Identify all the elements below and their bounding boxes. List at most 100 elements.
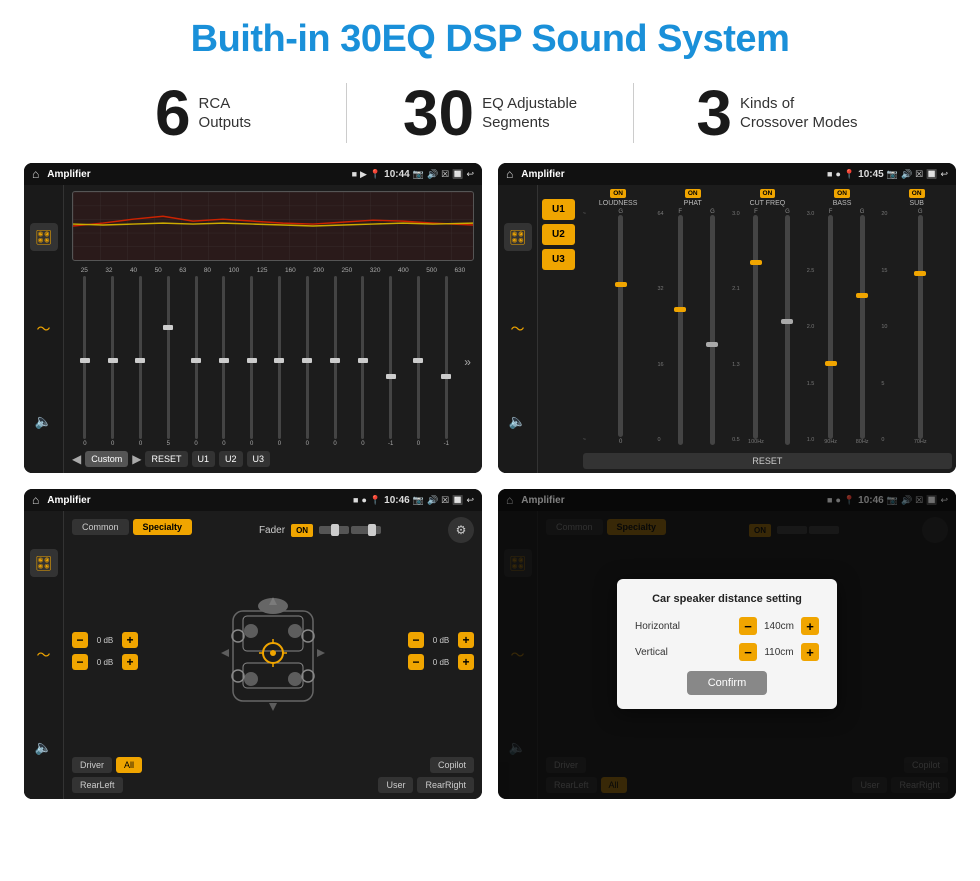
eq-prev-btn[interactable]: ◀ bbox=[72, 452, 81, 466]
eq-slider-7[interactable]: 0 bbox=[239, 276, 265, 447]
crossover-screen: ⌂ Amplifier ■ ● 📍 10:45 📷 🔊 ☒ 🔲 ↩ 🎛 〜 🔈 bbox=[498, 163, 956, 473]
eq-speaker-icon[interactable]: 🔈 bbox=[30, 407, 58, 435]
eq-slider-1[interactable]: 0 bbox=[72, 276, 98, 447]
signal-icon: ☒ bbox=[441, 169, 449, 180]
eq-slider-9[interactable]: 0 bbox=[294, 276, 320, 447]
eq-slider-10[interactable]: 0 bbox=[322, 276, 348, 447]
bass-toggle[interactable]: ON bbox=[834, 189, 850, 198]
confirm-button[interactable]: Confirm bbox=[687, 671, 767, 695]
crossover-reset-btn[interactable]: RESET bbox=[583, 453, 952, 469]
stat-eq: 30 EQ AdjustableSegments bbox=[347, 81, 633, 145]
vertical-minus[interactable]: − bbox=[739, 643, 757, 661]
eq-slider-8[interactable]: 0 bbox=[267, 276, 293, 447]
cutfreq-toggle[interactable]: ON bbox=[760, 189, 776, 198]
stat-eq-label: EQ AdjustableSegments bbox=[482, 94, 577, 133]
eq-wave-icon[interactable]: 〜 bbox=[30, 315, 58, 343]
specialty-tab[interactable]: Specialty bbox=[133, 519, 193, 535]
freq-630: 630 bbox=[454, 267, 465, 274]
crossover-screen-title: Amplifier bbox=[521, 169, 823, 180]
eq-slider-13[interactable]: 0 bbox=[406, 276, 432, 447]
horizontal-plus[interactable]: + bbox=[801, 617, 819, 635]
eq-slider-14[interactable]: -1 bbox=[433, 276, 459, 447]
fader-wave-icon[interactable]: 〜 bbox=[30, 641, 58, 669]
user-btn[interactable]: User bbox=[378, 777, 413, 793]
eq-u3-btn[interactable]: U3 bbox=[247, 451, 271, 467]
crossover-time: 10:45 bbox=[858, 169, 884, 180]
horizontal-minus[interactable]: − bbox=[739, 617, 757, 635]
eq-tune-icon[interactable]: 🎛 bbox=[30, 223, 58, 251]
crossover-tune-icon[interactable]: 🎛 bbox=[504, 223, 532, 251]
eq-slider-3[interactable]: 0 bbox=[128, 276, 154, 447]
eq-body: 🎛 〜 🔈 bbox=[24, 185, 482, 473]
eq-slider-12[interactable]: -1 bbox=[378, 276, 404, 447]
driver-btn[interactable]: Driver bbox=[72, 757, 112, 773]
vol-row-3: − 0 dB + bbox=[408, 632, 474, 648]
crossover-wave-icon[interactable]: 〜 bbox=[504, 315, 532, 343]
freq-160: 160 bbox=[285, 267, 296, 274]
copilot-btn[interactable]: Copilot bbox=[430, 757, 474, 773]
eq-slider-4[interactable]: 5 bbox=[155, 276, 181, 447]
freq-320: 320 bbox=[370, 267, 381, 274]
play-icon: ▶ bbox=[360, 169, 367, 180]
fader-label: Fader bbox=[259, 525, 285, 536]
freq-80: 80 bbox=[204, 267, 211, 274]
all-btn[interactable]: All bbox=[116, 757, 142, 773]
eq-u1-btn[interactable]: U1 bbox=[192, 451, 216, 467]
vol2-minus[interactable]: − bbox=[72, 654, 88, 670]
freq-50: 50 bbox=[155, 267, 162, 274]
eq-expand-btn[interactable]: » bbox=[461, 276, 474, 447]
home-icon[interactable]: ⌂ bbox=[32, 167, 39, 181]
vertical-plus[interactable]: + bbox=[801, 643, 819, 661]
eq-custom-btn[interactable]: Custom bbox=[85, 451, 128, 467]
back-icon-3[interactable]: ↩ bbox=[466, 495, 474, 506]
eq-u2-btn[interactable]: U2 bbox=[219, 451, 243, 467]
location-icon: 📍 bbox=[370, 169, 381, 180]
back-icon-2[interactable]: ↩ bbox=[940, 169, 948, 180]
vol-row-4: − 0 dB + bbox=[408, 654, 474, 670]
home-icon-3[interactable]: ⌂ bbox=[32, 493, 39, 507]
eq-slider-6[interactable]: 0 bbox=[211, 276, 237, 447]
car-diagram bbox=[146, 549, 400, 753]
rearleft-btn[interactable]: RearLeft bbox=[72, 777, 123, 793]
rearright-btn[interactable]: RearRight bbox=[417, 777, 474, 793]
loudness-toggle[interactable]: ON bbox=[610, 189, 626, 198]
vol2-plus[interactable]: + bbox=[122, 654, 138, 670]
u2-button[interactable]: U2 bbox=[542, 224, 575, 245]
sub-channel: ON SUB 20151050 G bbox=[881, 189, 952, 445]
location-icon-3: 📍 bbox=[370, 495, 381, 506]
back-icon[interactable]: ↩ bbox=[466, 169, 474, 180]
vol4-minus[interactable]: − bbox=[408, 654, 424, 670]
eq-bottom-controls: ◀ Custom ▶ RESET U1 U2 U3 bbox=[72, 451, 474, 467]
vol1-minus[interactable]: − bbox=[72, 632, 88, 648]
vol1-plus[interactable]: + bbox=[122, 632, 138, 648]
settings-icon[interactable]: ⚙ bbox=[448, 517, 474, 543]
fader-speaker-icon[interactable]: 🔈 bbox=[30, 733, 58, 761]
horizontal-row: Horizontal − 140cm + bbox=[635, 617, 819, 635]
fader-tune-icon[interactable]: 🎛 bbox=[30, 549, 58, 577]
eq-slider-5[interactable]: 0 bbox=[183, 276, 209, 447]
stat-rca-label: RCAOutputs bbox=[199, 94, 252, 133]
crossover-status-icons: ■ ● 📍 10:45 📷 🔊 ☒ 🔲 ↩ bbox=[827, 169, 948, 180]
sub-toggle[interactable]: ON bbox=[909, 189, 925, 198]
u1-button[interactable]: U1 bbox=[542, 199, 575, 220]
eq-reset-btn[interactable]: RESET bbox=[145, 451, 187, 467]
phat-toggle[interactable]: ON bbox=[685, 189, 701, 198]
vol3-plus[interactable]: + bbox=[458, 632, 474, 648]
vol4-plus[interactable]: + bbox=[458, 654, 474, 670]
common-tab[interactable]: Common bbox=[72, 519, 129, 535]
crossover-body: 🎛 〜 🔈 U1 U2 U3 ON LOUDNESS bbox=[498, 185, 956, 473]
home-icon-2[interactable]: ⌂ bbox=[506, 167, 513, 181]
u3-button[interactable]: U3 bbox=[542, 249, 575, 270]
fader-toggle[interactable]: ON bbox=[291, 524, 313, 537]
vol3-minus[interactable]: − bbox=[408, 632, 424, 648]
bass-label: BASS bbox=[833, 200, 852, 207]
vertical-label: Vertical bbox=[635, 647, 668, 658]
crossover-speaker-icon[interactable]: 🔈 bbox=[504, 407, 532, 435]
eq-slider-2[interactable]: 0 bbox=[100, 276, 126, 447]
camera-icon-3: 📷 bbox=[413, 495, 424, 506]
stat-crossover: 3 Kinds ofCrossover Modes bbox=[634, 81, 920, 145]
dot-icon-3: ● bbox=[361, 495, 366, 505]
eq-slider-11[interactable]: 0 bbox=[350, 276, 376, 447]
vertical-value: 110cm bbox=[761, 647, 797, 658]
eq-next-btn[interactable]: ▶ bbox=[132, 452, 141, 466]
